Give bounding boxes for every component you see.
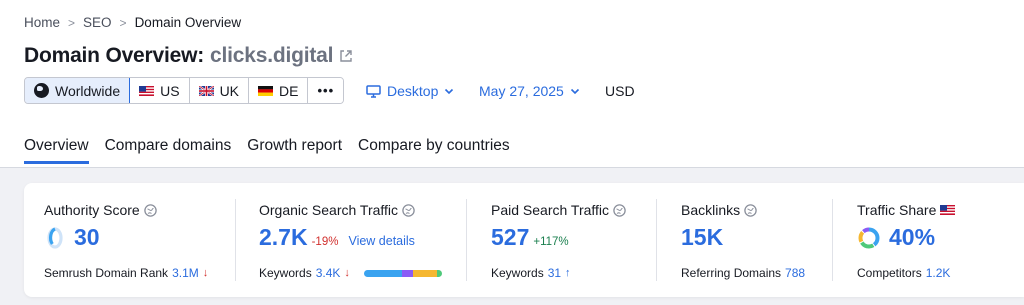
authority-score-value-wrap: 30 — [44, 224, 100, 251]
keyword-distribution-bar[interactable] — [363, 269, 442, 277]
paid-keywords-value[interactable]: 31 — [548, 266, 561, 280]
referring-domains-value[interactable]: 788 — [785, 266, 805, 280]
page-title: Domain Overview: clicks.digital — [24, 44, 353, 68]
traffic-share-label-text: Traffic Share — [857, 202, 937, 218]
authority-score-label-text: Authority Score — [44, 202, 140, 218]
more-databases-button[interactable]: ••• — [308, 78, 344, 103]
flag-de-icon — [258, 85, 274, 96]
tab-compare-by-countries[interactable]: Compare by countries — [358, 137, 510, 164]
backlinks-label-text: Backlinks — [681, 202, 741, 218]
flag-us-icon — [139, 85, 155, 96]
organic-sub: Keywords 3.4K ↓ — [259, 266, 442, 280]
globe-icon[interactable] — [402, 203, 415, 217]
chevron-right-icon: > — [68, 15, 76, 30]
tab-bar: Overview Compare domains Growth report C… — [24, 137, 510, 164]
domain-rank-label: Semrush Domain Rank — [44, 266, 169, 280]
paid-traffic-value-wrap: 527 +117% — [491, 224, 569, 251]
backlinks-value[interactable]: 15K — [681, 224, 723, 251]
traffic-share-sub: Competitors 1.2K — [857, 266, 950, 280]
db-us-label: US — [160, 82, 180, 99]
view-details-link[interactable]: View details — [348, 234, 414, 248]
chevron-down-icon — [445, 88, 454, 95]
breadcrumb-seo[interactable]: SEO — [83, 15, 112, 30]
authority-score-value[interactable]: 30 — [74, 224, 100, 251]
external-link-icon[interactable] — [339, 49, 353, 63]
traffic-share-label: Traffic Share — [857, 202, 956, 218]
globe-icon[interactable] — [143, 203, 157, 217]
db-us-button[interactable]: US — [130, 78, 190, 103]
currency-label: USD — [605, 83, 635, 99]
divider — [235, 199, 236, 281]
breadcrumb-current: Domain Overview — [134, 15, 242, 30]
paid-traffic-value[interactable]: 527 — [491, 224, 529, 251]
divider — [466, 199, 467, 281]
db-worldwide-button[interactable]: Worldwide — [25, 78, 131, 103]
organic-traffic-delta: -19% — [311, 236, 339, 248]
desktop-icon — [366, 84, 381, 98]
traffic-share-donut-icon — [858, 227, 880, 248]
tab-compare-domains[interactable]: Compare domains — [105, 137, 232, 164]
kw-bar-segment — [412, 269, 437, 277]
competitors-value[interactable]: 1.2K — [926, 266, 951, 280]
device-label: Desktop — [387, 83, 439, 99]
paid-traffic-label: Paid Search Traffic — [491, 202, 626, 218]
organic-traffic-value[interactable]: 2.7K — [259, 224, 308, 251]
kw-bar-segment — [402, 269, 413, 277]
globe-icon[interactable] — [613, 203, 626, 217]
referring-domains-label: Referring Domains — [681, 266, 782, 280]
backlinks-value-wrap: 15K — [681, 224, 723, 251]
tab-growth-report[interactable]: Growth report — [247, 137, 342, 164]
globe-icon — [34, 83, 49, 98]
device-dropdown[interactable]: Desktop — [366, 83, 454, 99]
page-title-prefix: Domain Overview: — [24, 44, 205, 67]
organic-traffic-label-text: Organic Search Traffic — [259, 202, 399, 218]
organic-traffic-value-wrap: 2.7K -19% View details — [259, 224, 415, 251]
globe-icon[interactable] — [744, 203, 757, 217]
db-uk-button[interactable]: UK — [189, 78, 250, 103]
db-worldwide-label: Worldwide — [55, 82, 121, 99]
db-de-label: DE — [279, 82, 299, 99]
organic-keywords-value[interactable]: 3.4K — [316, 266, 341, 280]
database-selector: Worldwide US UK DE ••• — [24, 77, 345, 104]
arrow-down-icon: ↓ — [344, 267, 350, 279]
paid-sub: Keywords 31 ↑ — [491, 266, 571, 280]
backlinks-label: Backlinks — [681, 202, 757, 218]
divider — [832, 199, 833, 281]
domain-rank-value[interactable]: 3.1M — [172, 266, 199, 280]
organic-traffic-label: Organic Search Traffic — [259, 202, 415, 218]
more-icon: ••• — [317, 83, 335, 98]
flag-uk-icon — [198, 85, 214, 96]
paid-traffic-delta: +117% — [533, 236, 569, 248]
paid-traffic-label-text: Paid Search Traffic — [491, 202, 610, 218]
db-uk-label: UK — [219, 82, 240, 99]
breadcrumb: Home > SEO > Domain Overview — [24, 15, 241, 30]
divider — [656, 199, 657, 281]
db-de-button[interactable]: DE — [249, 78, 309, 103]
chevron-right-icon: > — [119, 15, 127, 30]
authority-score-label: Authority Score — [44, 202, 157, 218]
page-title-domain[interactable]: clicks.digital — [210, 44, 333, 68]
chevron-down-icon — [570, 88, 579, 95]
traffic-share-value[interactable]: 40% — [889, 224, 935, 251]
flag-us-icon — [940, 205, 956, 215]
traffic-share-value-wrap: 40% — [857, 224, 935, 251]
arrow-down-icon: ↓ — [202, 267, 209, 279]
arrow-up-icon: ↑ — [565, 267, 571, 279]
breadcrumb-home[interactable]: Home — [24, 15, 60, 30]
authority-gauge-icon — [47, 226, 63, 249]
metrics-card: Authority Score 30 Semrush Domain Rank 3… — [24, 183, 1024, 297]
kw-bar-segment — [436, 269, 442, 277]
date-dropdown[interactable]: May 27, 2025 — [479, 83, 580, 99]
organic-keywords-label: Keywords — [259, 266, 312, 280]
header-area: Home > SEO > Domain Overview Domain Over… — [0, 0, 1024, 168]
paid-keywords-label: Keywords — [491, 266, 544, 280]
date-label: May 27, 2025 — [479, 83, 564, 99]
kw-bar-segment — [363, 269, 403, 277]
competitors-label: Competitors — [857, 266, 922, 280]
tab-overview[interactable]: Overview — [24, 137, 89, 164]
backlinks-sub: Referring Domains 788 — [681, 266, 805, 280]
authority-sub: Semrush Domain Rank 3.1M ↓ — [44, 266, 208, 280]
